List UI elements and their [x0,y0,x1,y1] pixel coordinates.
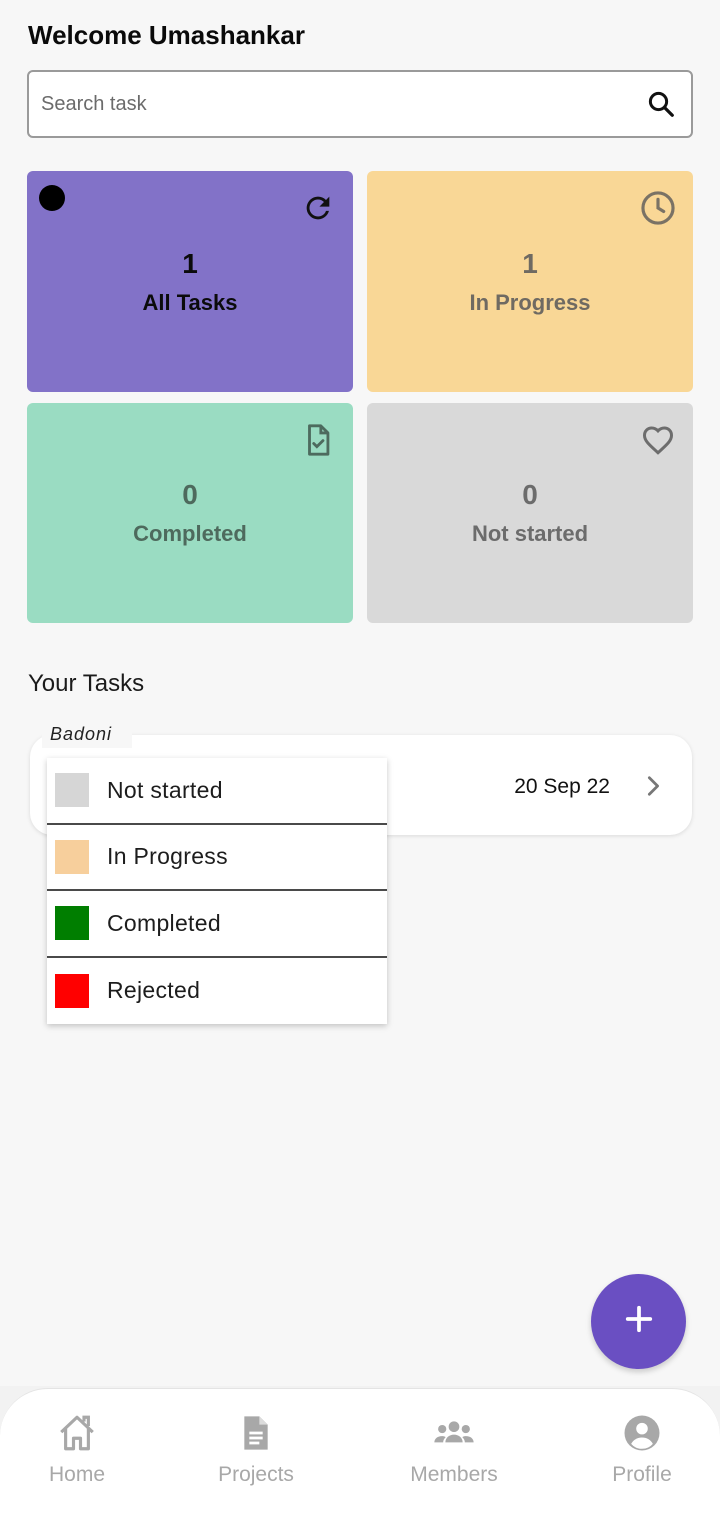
bottom-nav: Home Projects Members Profile [0,1388,720,1524]
clock-icon [639,189,677,227]
nav-item-members[interactable]: Members [384,1411,524,1487]
search-icon[interactable] [643,86,679,122]
document-icon [234,1411,278,1455]
search-input[interactable] [41,92,643,116]
nav-item-home[interactable]: Home [7,1411,147,1487]
stat-count: 0 [522,479,538,510]
legend-swatch [55,906,89,941]
stat-label: All Tasks [142,289,238,315]
heart-icon [639,421,677,459]
status-dot [39,185,65,211]
legend-item-not-started[interactable]: Not started [47,758,387,825]
stat-label: Not started [471,521,589,546]
stat-card-completed[interactable]: 0 Completed [27,403,353,623]
legend-label: In Progress [107,843,228,870]
legend-item-completed[interactable]: Completed [47,891,387,958]
task-date: 20 Sep 22 [514,775,610,798]
stat-count: 1 [522,247,538,279]
legend-label: Rejected [107,977,201,1004]
nav-item-projects[interactable]: Projects [186,1411,326,1487]
plus-icon [624,1304,654,1339]
stat-card-all-tasks[interactable]: 1 All Tasks [27,171,353,392]
legend-item-in-progress[interactable]: In Progress [47,825,387,891]
file-check-icon [299,421,337,459]
nav-label: Profile [612,1463,672,1486]
search-bar[interactable] [27,70,693,138]
stat-count: 1 [182,247,198,279]
status-legend-popup: Not started In Progress Completed Reject… [47,758,387,1024]
legend-swatch [55,839,89,874]
legend-item-rejected[interactable]: Rejected [47,958,387,1025]
nav-label: Members [410,1463,498,1486]
project-tag: Badoni [42,720,132,748]
legend-swatch [55,773,89,808]
legend-swatch [55,973,89,1008]
chevron-right-icon[interactable] [642,775,664,797]
nav-item-profile[interactable]: Profile [572,1411,712,1487]
welcome-title: Welcome Umashankar [28,20,305,50]
legend-label: Completed [107,909,221,936]
home-icon [55,1411,99,1455]
stat-card-in-progress[interactable]: 1 In Progress [367,171,693,392]
stat-label: In Progress [469,289,591,315]
stat-count: 0 [182,479,198,510]
stat-label: Completed [133,521,247,546]
section-title: Your Tasks [28,670,145,697]
stat-card-not-started[interactable]: 0 Not started [367,403,693,623]
account-icon [620,1411,664,1455]
group-icon [432,1411,476,1455]
nav-label: Home [48,1463,106,1486]
refresh-icon [299,189,337,227]
legend-label: Not started [107,776,223,803]
nav-label: Projects [218,1463,294,1486]
add-task-button[interactable] [591,1274,686,1369]
